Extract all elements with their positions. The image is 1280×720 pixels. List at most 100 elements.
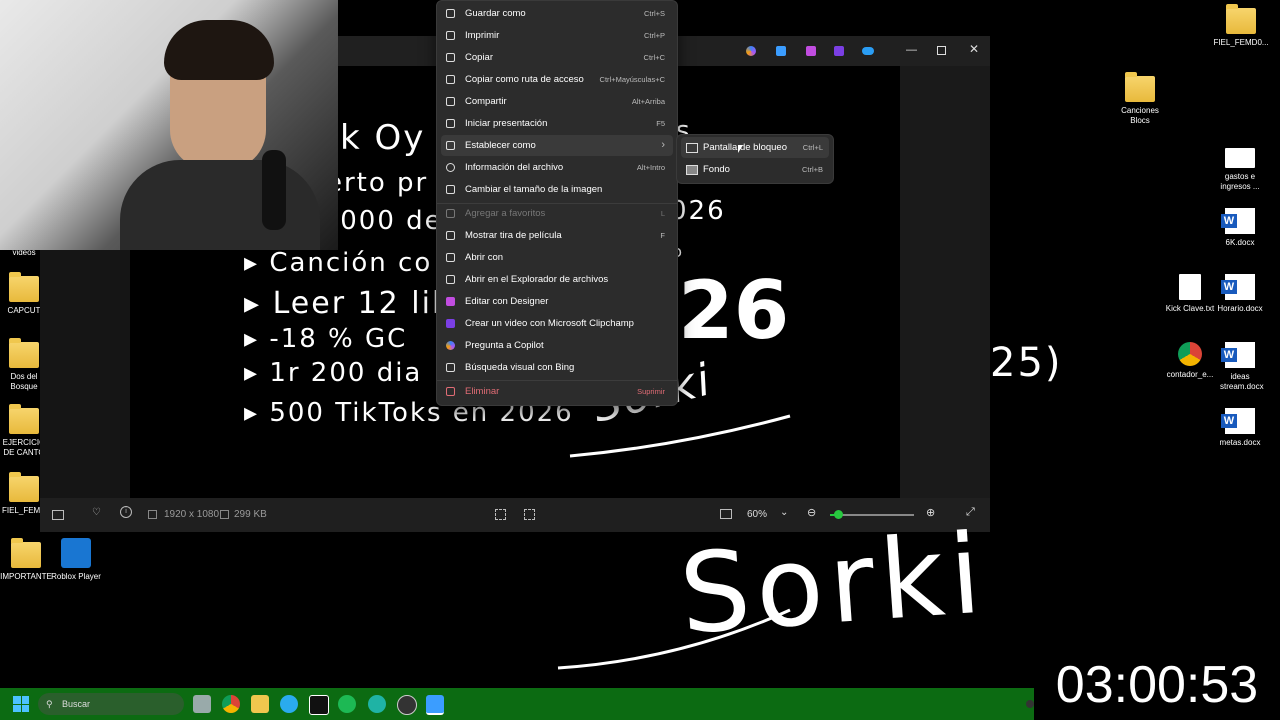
- handwriting-line: ▸ Canción co: [244, 248, 433, 278]
- menu-label: Cambiar el tamaño de la imagen: [465, 184, 603, 195]
- menu-item-compartir[interactable]: Compartir Alt+Arriba: [441, 91, 673, 112]
- menu-label: Pregunta a Copilot: [465, 340, 544, 351]
- share-icon: [446, 97, 455, 106]
- desktop-icon-gastos[interactable]: gastos e ingresos ...: [1208, 148, 1272, 192]
- file-size-icon: [220, 510, 229, 519]
- chevron-down-icon[interactable]: ⌄: [780, 507, 788, 518]
- desktop-icon-label: Canciones Blocs: [1121, 106, 1159, 125]
- desktop-icon-canciones[interactable]: Canciones Blocs: [1108, 72, 1172, 126]
- menu-item-guardar-como[interactable]: Guardar como Ctrl+S: [441, 3, 673, 24]
- menu-shortcut: Ctrl+C: [643, 53, 665, 62]
- menu-label: Búsqueda visual con Bing: [465, 362, 575, 373]
- menu-shortcut: Alt+Intro: [636, 163, 665, 172]
- menu-label: Compartir: [465, 96, 507, 107]
- handwriting-line: ,000 de: [330, 206, 443, 236]
- copy-path-icon: [446, 75, 455, 84]
- slideshow-icon: [446, 119, 455, 128]
- edge-icon[interactable]: [368, 695, 386, 713]
- text-file-icon: [1179, 274, 1201, 300]
- desktop-icon-ideas[interactable]: ideas stream.docx: [1208, 342, 1272, 392]
- windows-logo-tile: [21, 704, 29, 712]
- windows-logo-tile: [21, 696, 29, 704]
- submenu-item-lock-screen[interactable]: Pantalla de bloqueo Ctrl+L: [681, 137, 829, 158]
- side-panel: [900, 66, 990, 498]
- zoom-select[interactable]: 60%: [747, 509, 767, 520]
- edit-icon[interactable]: [776, 46, 786, 56]
- menu-item-copiar-ruta[interactable]: Copiar como ruta de acceso Ctrl+Mayúscula…: [441, 69, 673, 90]
- copilot-icon[interactable]: [746, 46, 756, 56]
- spotify-icon[interactable]: [338, 695, 356, 713]
- menu-item-explorador[interactable]: Abrir en el Explorador de archivos: [441, 269, 673, 290]
- folder-icon: [1125, 72, 1155, 102]
- desktop-icon-fiel-right[interactable]: FIEL_FEMD0...: [1209, 4, 1273, 48]
- desktop-icon-roblox[interactable]: Roblox Player: [44, 538, 108, 582]
- menu-shortcut: Ctrl+P: [643, 31, 665, 40]
- visual-search-icon: [446, 363, 455, 372]
- file-explorer-icon[interactable]: [251, 695, 269, 713]
- menu-item-copiar[interactable]: Copiar Ctrl+C: [441, 47, 673, 68]
- word-doc-icon: [1221, 408, 1255, 434]
- filmstrip-toggle-icon[interactable]: [52, 510, 64, 520]
- set-as-submenu: Pantalla de bloqueo Ctrl+L Fondo Ctrl+B: [676, 134, 834, 184]
- menu-label: Crear un video con Microsoft Clipchamp: [465, 318, 634, 329]
- menu-item-imprimir[interactable]: Imprimir Ctrl+P: [441, 25, 673, 46]
- desktop-icon-label: 6K.docx: [1225, 238, 1255, 247]
- desktop-icon-label: Roblox Player: [51, 572, 101, 581]
- menu-shortcut: Ctrl+S: [643, 9, 665, 18]
- desktop-icon-horario[interactable]: Horario.docx: [1208, 274, 1272, 314]
- menu-item-cambiar-tamano[interactable]: Cambiar el tamaño de la imagen: [441, 179, 673, 200]
- close-button[interactable]: ✕: [969, 42, 979, 56]
- start-button[interactable]: [13, 696, 29, 712]
- chrome-icon[interactable]: [222, 695, 240, 713]
- capcut-icon[interactable]: [309, 695, 329, 715]
- resize-icon: [446, 185, 455, 194]
- filmstrip-icon: [446, 231, 455, 240]
- menu-item-presentacion[interactable]: Iniciar presentación F5: [441, 113, 673, 134]
- task-view-icon[interactable]: [193, 695, 211, 713]
- designer-icon[interactable]: [806, 46, 816, 56]
- submenu-label: Fondo: [703, 164, 730, 175]
- handwriting-year: 26: [678, 264, 790, 357]
- webcam-overlay: [0, 0, 338, 250]
- clipchamp-icon[interactable]: [834, 46, 844, 56]
- menu-item-informacion[interactable]: Información del archivo Alt+Intro: [441, 157, 673, 178]
- folder-icon: [9, 338, 39, 368]
- menu-item-designer[interactable]: Editar con Designer: [441, 291, 673, 312]
- menu-item-establecer-como[interactable]: Establecer como ›: [441, 135, 673, 156]
- zoom-slider-thumb[interactable]: [834, 510, 843, 519]
- menu-item-bing[interactable]: Búsqueda visual con Bing: [441, 357, 673, 378]
- telegram-icon[interactable]: [280, 695, 298, 713]
- taskbar-search[interactable]: ⚲ Buscar: [38, 693, 184, 715]
- menu-shortcut: F: [660, 231, 665, 240]
- menu-item-clipchamp[interactable]: Crear un video con Microsoft Clipchamp: [441, 313, 673, 334]
- photos-app-icon[interactable]: [426, 695, 444, 715]
- menu-item-tira-pelicula[interactable]: Mostrar tira de película F: [441, 225, 673, 246]
- windows-logo-tile: [13, 696, 21, 704]
- maximize-button[interactable]: [937, 46, 946, 55]
- obs-icon[interactable]: [397, 695, 417, 715]
- designer-icon: [446, 297, 455, 306]
- tray-icon[interactable]: [1026, 700, 1034, 708]
- fit-icon[interactable]: [720, 509, 732, 519]
- menu-item-copilot[interactable]: Pregunta a Copilot: [441, 335, 673, 356]
- minimize-button[interactable]: —: [906, 44, 917, 56]
- desktop-icon-metas[interactable]: metas.docx: [1208, 408, 1272, 448]
- zoom-out-icon[interactable]: ⊖: [807, 506, 816, 519]
- submenu-item-background[interactable]: Fondo Ctrl+B: [681, 159, 829, 180]
- onedrive-icon[interactable]: [862, 47, 874, 55]
- scan-icon[interactable]: [524, 509, 535, 520]
- handwriting-line: k Oy: [340, 118, 426, 158]
- menu-item-abrir-con[interactable]: Abrir con: [441, 247, 673, 268]
- person-body: [120, 160, 320, 250]
- crop-icon[interactable]: [495, 509, 506, 520]
- favorite-icon[interactable]: ♡: [92, 507, 101, 518]
- taskbar: ⚲ Buscar: [0, 688, 1034, 720]
- menu-shortcut: L: [660, 209, 665, 218]
- search-placeholder: Buscar: [62, 699, 91, 709]
- desktop-icon-6k[interactable]: 6K.docx: [1208, 208, 1272, 248]
- menu-item-eliminar[interactable]: Eliminar Suprimir: [441, 381, 673, 402]
- menu-shortcut: F5: [656, 119, 665, 128]
- open-with-icon: [446, 253, 455, 262]
- info-icon[interactable]: i: [120, 506, 132, 518]
- menu-label: Iniciar presentación: [465, 118, 548, 129]
